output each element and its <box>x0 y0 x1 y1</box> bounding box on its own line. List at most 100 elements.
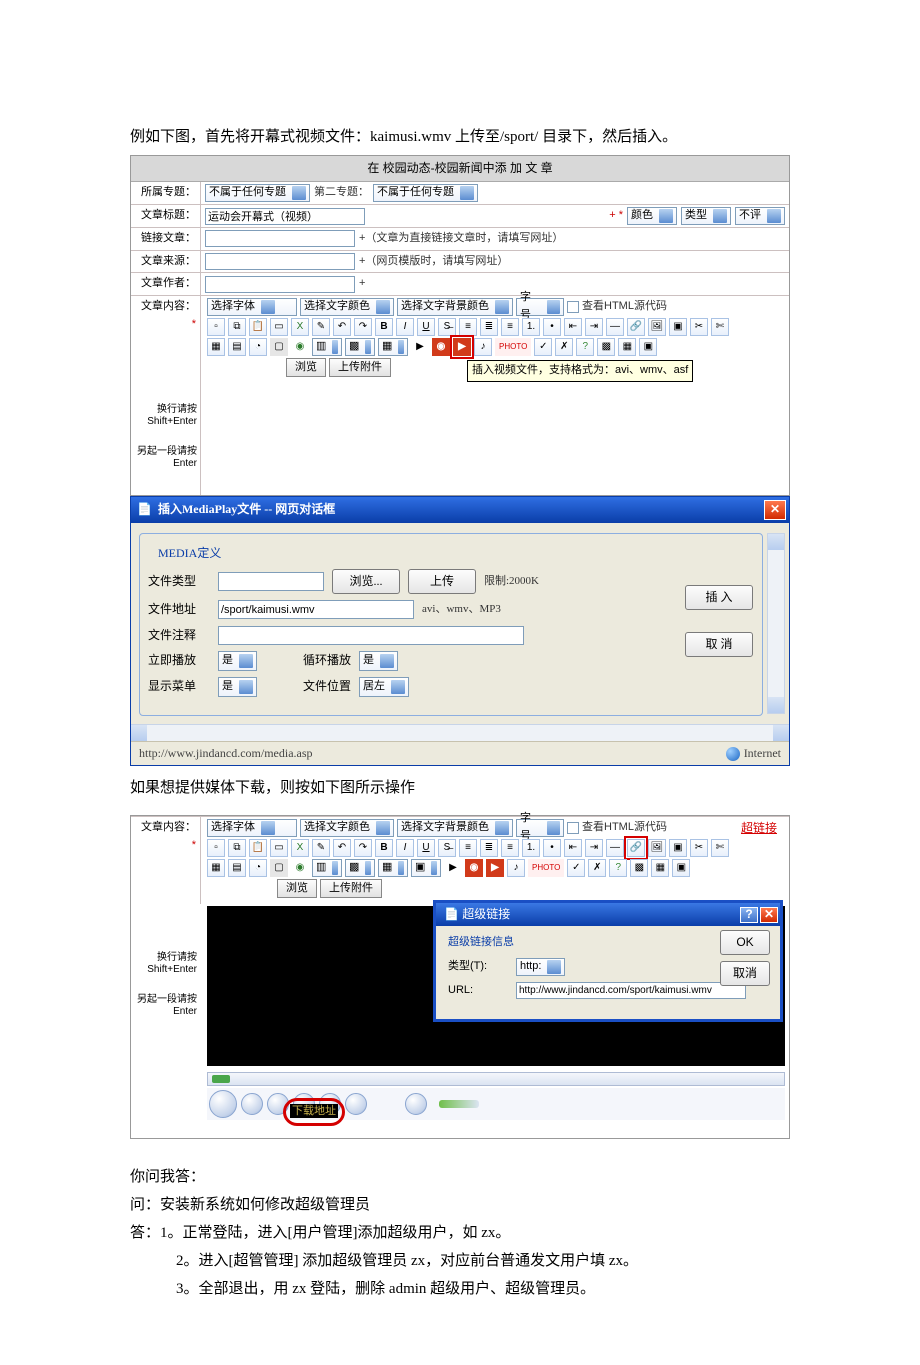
hr-icon[interactable]: — <box>606 839 624 857</box>
player-progress[interactable] <box>207 1072 785 1086</box>
input-link-url[interactable] <box>516 982 746 999</box>
select-tool-4[interactable]: ▣ <box>411 859 441 877</box>
clock-icon[interactable]: ◔ <box>249 338 267 356</box>
browse-button[interactable]: 浏览... <box>332 569 400 594</box>
align-left-icon[interactable]: ≡ <box>459 839 477 857</box>
check-icon[interactable]: ✓ <box>534 338 552 356</box>
checkbox-view-source[interactable] <box>567 822 579 834</box>
circle-icon[interactable]: ◉ <box>291 338 309 356</box>
ok-button[interactable]: OK <box>720 930 770 955</box>
indent-icon[interactable]: ⇥ <box>585 318 603 336</box>
italic-icon[interactable]: I <box>396 839 414 857</box>
x-icon[interactable]: ✗ <box>588 859 606 877</box>
list-ol-icon[interactable]: 1. <box>522 839 540 857</box>
help-button[interactable]: ? <box>740 907 758 923</box>
next-button[interactable] <box>345 1093 367 1115</box>
insert-button[interactable]: 插 入 <box>685 585 753 610</box>
select-tool-1[interactable]: ▥ <box>312 859 342 877</box>
photo-button[interactable]: PHOTO <box>495 338 531 356</box>
upload-button[interactable]: 上传 <box>408 569 476 594</box>
outdent-icon[interactable]: ⇤ <box>564 318 582 336</box>
align-center-icon[interactable]: ≣ <box>480 839 498 857</box>
circle-icon[interactable]: ◉ <box>291 859 309 877</box>
hr-icon[interactable]: — <box>606 318 624 336</box>
select-tool-3[interactable]: ▦ <box>378 338 408 356</box>
doc-icon[interactable]: ▭ <box>270 318 288 336</box>
close-button[interactable]: ✕ <box>760 907 778 923</box>
copy-icon[interactable]: ⧉ <box>228 839 246 857</box>
x-icon[interactable]: ✗ <box>555 338 573 356</box>
clock-icon[interactable]: ◔ <box>249 859 267 877</box>
select-review[interactable]: 不评 <box>735 207 785 225</box>
excel-icon[interactable]: X <box>291 318 309 336</box>
scissors-icon[interactable]: ✄ <box>711 839 729 857</box>
list-ul-icon[interactable]: • <box>543 318 561 336</box>
box-icon[interactable]: ▢ <box>270 338 288 356</box>
image-icon[interactable]: 🖼 <box>648 839 666 857</box>
check-icon[interactable]: ✓ <box>567 859 585 877</box>
scissors-icon[interactable]: ✄ <box>711 318 729 336</box>
select-autoplay[interactable]: 是 <box>218 651 257 671</box>
input-file-note[interactable] <box>218 626 524 645</box>
align-right-icon[interactable]: ≡ <box>501 318 519 336</box>
download-link[interactable]: 下载地址 <box>290 1104 338 1118</box>
list-ul-icon[interactable]: • <box>543 839 561 857</box>
select-type[interactable]: 类型 <box>681 207 731 225</box>
browse-button[interactable]: 浏览 <box>277 879 317 898</box>
select-tool-2[interactable]: ▩ <box>345 859 375 877</box>
select-font-size[interactable]: 字号 <box>516 819 564 837</box>
select-link-type[interactable]: http: <box>516 958 565 976</box>
insert-flash-icon[interactable]: ◉ <box>432 338 450 356</box>
sound-icon[interactable]: ♪ <box>507 859 525 877</box>
input-author[interactable] <box>205 276 355 293</box>
new-doc-icon[interactable]: ▫ <box>207 839 225 857</box>
strike-icon[interactable]: S̶ <box>438 839 456 857</box>
upload-attach-button[interactable]: 上传附件 <box>320 879 382 898</box>
select-showmenu[interactable]: 是 <box>218 677 257 697</box>
input-source[interactable] <box>205 253 355 270</box>
cancel-button[interactable]: 取消 <box>720 961 770 986</box>
bold-icon[interactable]: B <box>375 318 393 336</box>
select-tool-1[interactable]: ▥ <box>312 338 342 356</box>
select-loop[interactable]: 是 <box>359 651 398 671</box>
flag-icon[interactable]: ▶ <box>411 338 429 356</box>
indent-icon[interactable]: ⇥ <box>585 839 603 857</box>
form-icon[interactable]: ▤ <box>228 338 246 356</box>
picture-icon[interactable]: ▩ <box>597 338 615 356</box>
picture-icon[interactable]: ▩ <box>630 859 648 877</box>
select-tool-2[interactable]: ▩ <box>345 338 375 356</box>
list-ol-icon[interactable]: 1. <box>522 318 540 336</box>
select-topic2[interactable]: 不属于任何专题 <box>373 184 478 202</box>
picture2-icon[interactable]: ▦ <box>651 859 669 877</box>
undo-icon[interactable]: ↶ <box>333 318 351 336</box>
select-font[interactable]: 选择字体 <box>207 298 297 316</box>
paste-icon[interactable]: 📋 <box>249 839 267 857</box>
scrollbar-vertical[interactable] <box>767 533 785 714</box>
cancel-button[interactable]: 取 消 <box>685 632 753 657</box>
copy-icon[interactable]: ⧉ <box>228 318 246 336</box>
play-button[interactable] <box>209 1090 237 1118</box>
cut-icon[interactable]: ✂ <box>690 318 708 336</box>
align-left-icon[interactable]: ≡ <box>459 318 477 336</box>
underline-icon[interactable]: U <box>417 318 435 336</box>
strike-icon[interactable]: S̶ <box>438 318 456 336</box>
input-title[interactable] <box>205 208 365 225</box>
edit-icon[interactable]: ✎ <box>312 839 330 857</box>
select-font-size[interactable]: 字号 <box>516 298 564 316</box>
insert-flash-icon[interactable]: ◉ <box>465 859 483 877</box>
input-file-type[interactable] <box>218 572 324 591</box>
photo-button[interactable]: PHOTO <box>528 859 564 877</box>
scrollbar-horizontal[interactable] <box>131 724 789 741</box>
media-icon[interactable]: ▣ <box>669 839 687 857</box>
redo-icon[interactable]: ↷ <box>354 839 372 857</box>
media-icon[interactable]: ▣ <box>669 318 687 336</box>
select-color[interactable]: 颜色 <box>627 207 677 225</box>
link-icon[interactable]: 🔗 <box>627 318 645 336</box>
input-link[interactable] <box>205 230 355 247</box>
browse-button[interactable]: 浏览 <box>286 358 326 377</box>
undo-icon[interactable]: ↶ <box>333 839 351 857</box>
select-tool-3[interactable]: ▦ <box>378 859 408 877</box>
help-icon[interactable]: ? <box>576 338 594 356</box>
mute-button[interactable] <box>405 1093 427 1115</box>
picture3-icon[interactable]: ▣ <box>639 338 657 356</box>
